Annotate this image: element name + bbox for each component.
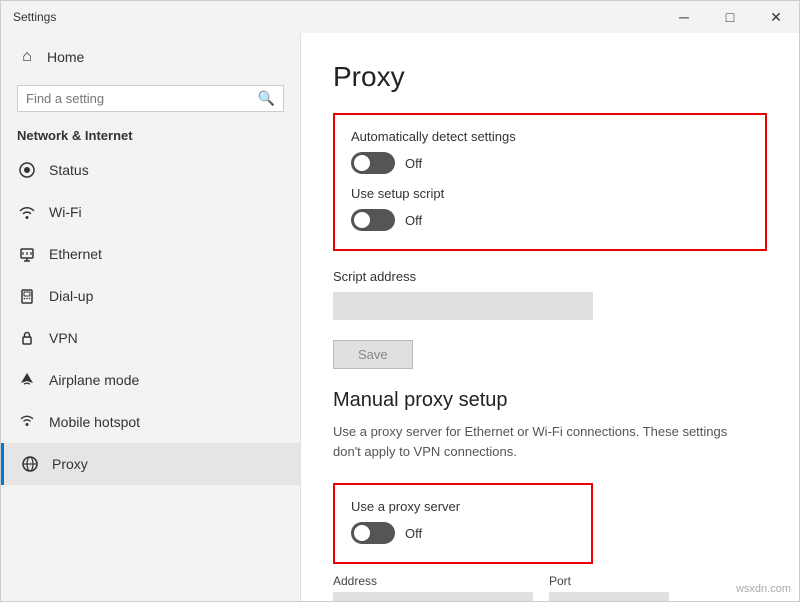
hotspot-icon (17, 412, 37, 432)
address-port-row: Address Port (333, 574, 767, 601)
sidebar-search-box[interactable]: 🔍 (17, 85, 284, 112)
sidebar-item-vpn-label: VPN (49, 330, 78, 346)
setup-script-toggle-label: Off (405, 213, 422, 228)
address-field-group: Address (333, 574, 533, 601)
titlebar: Settings ─ □ ✕ (1, 1, 799, 33)
automatic-setup-section: Automatically detect settings Off Use se… (333, 113, 767, 251)
main-content: Proxy Automatically detect settings Off … (301, 33, 799, 601)
wifi-icon (17, 202, 37, 222)
ethernet-icon (17, 244, 37, 264)
port-input[interactable] (549, 592, 669, 601)
sidebar-item-wifi[interactable]: Wi-Fi (1, 191, 300, 233)
search-icon: 🔍 (258, 90, 275, 107)
sidebar-item-proxy[interactable]: Proxy (1, 443, 300, 485)
setup-script-toggle-row: Off (351, 209, 749, 231)
address-label: Address (333, 574, 533, 588)
maximize-button[interactable]: □ (707, 1, 753, 33)
dialup-icon (17, 286, 37, 306)
status-icon (17, 160, 37, 180)
use-proxy-toggle[interactable] (351, 522, 395, 544)
address-input[interactable] (333, 592, 533, 601)
sidebar-item-proxy-label: Proxy (52, 456, 88, 472)
sidebar-item-status[interactable]: Status (1, 149, 300, 191)
auto-detect-toggle-label: Off (405, 156, 422, 171)
use-proxy-toggle-row: Off (351, 522, 575, 544)
airplane-icon (17, 370, 37, 390)
proxy-icon (20, 454, 40, 474)
page-title: Proxy (333, 61, 767, 93)
sidebar-item-status-label: Status (49, 162, 89, 178)
auto-detect-label: Automatically detect settings (351, 129, 749, 144)
auto-detect-toggle-row: Off (351, 152, 749, 174)
sidebar: ⌂ Home 🔍 Network & Internet Status (1, 33, 301, 601)
script-address-input[interactable] (333, 292, 593, 320)
vpn-icon (17, 328, 37, 348)
port-field-group: Port (549, 574, 669, 601)
port-label: Port (549, 574, 669, 588)
sidebar-item-hotspot-label: Mobile hotspot (49, 414, 140, 430)
sidebar-item-wifi-label: Wi-Fi (49, 204, 82, 220)
sidebar-item-dialup[interactable]: Dial-up (1, 275, 300, 317)
sidebar-item-vpn[interactable]: VPN (1, 317, 300, 359)
titlebar-controls: ─ □ ✕ (661, 1, 799, 33)
auto-detect-toggle[interactable] (351, 152, 395, 174)
sidebar-item-ethernet[interactable]: Ethernet (1, 233, 300, 275)
sidebar-home[interactable]: ⌂ Home (1, 33, 300, 81)
minimize-button[interactable]: ─ (661, 1, 707, 33)
sidebar-item-airplane[interactable]: Airplane mode (1, 359, 300, 401)
settings-window: Settings ─ □ ✕ ⌂ Home 🔍 Network & Intern… (0, 0, 800, 602)
script-address-label: Script address (333, 269, 767, 284)
save-button[interactable]: Save (333, 340, 413, 369)
search-input[interactable] (26, 91, 252, 106)
setup-script-toggle[interactable] (351, 209, 395, 231)
use-proxy-toggle-label: Off (405, 526, 422, 541)
close-button[interactable]: ✕ (753, 1, 799, 33)
sidebar-item-hotspot[interactable]: Mobile hotspot (1, 401, 300, 443)
sidebar-item-dialup-label: Dial-up (49, 288, 93, 304)
content-area: ⌂ Home 🔍 Network & Internet Status (1, 33, 799, 601)
home-icon: ⌂ (17, 47, 37, 67)
sidebar-item-ethernet-label: Ethernet (49, 246, 102, 262)
sidebar-item-airplane-label: Airplane mode (49, 372, 139, 388)
setup-script-label: Use setup script (351, 186, 749, 201)
sidebar-section-title: Network & Internet (1, 120, 300, 149)
home-label: Home (47, 49, 84, 65)
titlebar-title: Settings (13, 10, 56, 24)
manual-proxy-title: Manual proxy setup (333, 389, 767, 412)
use-proxy-label: Use a proxy server (351, 499, 575, 514)
manual-proxy-desc: Use a proxy server for Ethernet or Wi-Fi… (333, 422, 753, 461)
use-proxy-section: Use a proxy server Off (333, 483, 593, 564)
watermark: wsxdn.com (736, 583, 791, 595)
